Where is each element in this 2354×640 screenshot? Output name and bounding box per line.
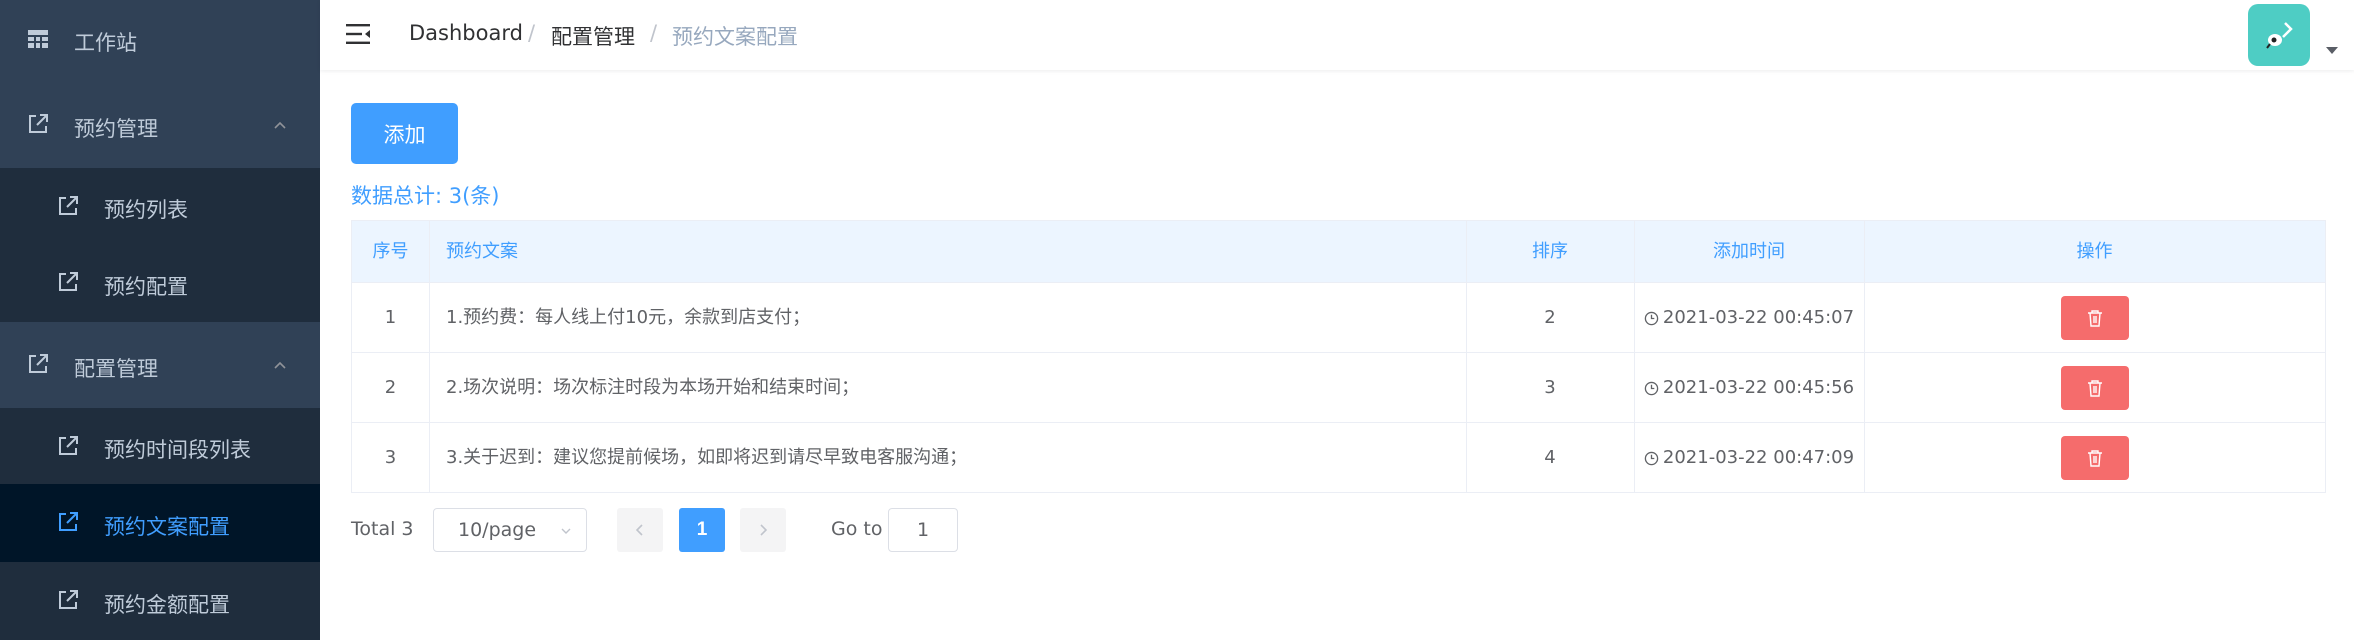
sidebar-item-label: 工作站 bbox=[74, 31, 137, 55]
cell-sort: 2 bbox=[1544, 307, 1556, 328]
page-size-value: 10/page bbox=[458, 519, 537, 541]
cell-index: 2 bbox=[384, 377, 397, 398]
sidebar-item-label: 预约列表 bbox=[104, 198, 188, 222]
avatar[interactable] bbox=[2248, 4, 2310, 66]
navbar: Dashboard / 配置管理 / 预约文案配置 bbox=[320, 0, 2354, 70]
sidebar-item-label: 预约文案配置 bbox=[104, 515, 230, 539]
breadcrumb-dashboard[interactable]: Dashboard bbox=[409, 21, 523, 45]
guitar-avatar-icon bbox=[2266, 22, 2293, 49]
sidebar-item-workstation[interactable]: 工作站 bbox=[0, 0, 320, 82]
column-divider bbox=[1864, 221, 1865, 492]
external-link-icon bbox=[29, 114, 48, 133]
pagination-total: Total 3 bbox=[351, 518, 414, 540]
sidebar-item-timeslot-list[interactable]: 预约时间段列表 bbox=[0, 408, 320, 484]
chevron-up-icon bbox=[274, 121, 286, 129]
chevron-down-icon bbox=[561, 528, 571, 534]
trash-icon bbox=[2088, 310, 2102, 327]
clock-icon bbox=[1644, 381, 1659, 395]
sidebar-item-label: 预约时间段列表 bbox=[104, 438, 251, 462]
table-row: 3 3.关于迟到：建议您提前候场，如即将迟到请尽早致电客服沟通； 4 2021-… bbox=[352, 423, 2325, 493]
hamburger-icon[interactable] bbox=[344, 22, 372, 46]
delete-button[interactable] bbox=[2061, 296, 2129, 340]
sidebar-item-amount-config[interactable]: 预约金额配置 bbox=[0, 562, 320, 640]
cell-index: 1 bbox=[384, 307, 397, 328]
page-number-1[interactable]: 1 bbox=[679, 508, 725, 552]
cell-text: 2.场次说明：场次标注时段为本场开始和结束时间； bbox=[446, 377, 860, 398]
chevron-right-icon bbox=[760, 524, 768, 536]
time-value: 2021-03-22 00:45:56 bbox=[1662, 377, 1855, 398]
caret-down-icon[interactable] bbox=[2326, 47, 2338, 54]
cell-time: 2021-03-22 00:47:09 bbox=[1634, 423, 1864, 493]
trash-icon bbox=[2088, 450, 2102, 467]
cell-sort: 4 bbox=[1544, 447, 1556, 468]
goto-label: Go to bbox=[831, 518, 883, 540]
table-row: 1 1.预约费：每人线上付10元，余款到店支付； 2 2021-03-22 00… bbox=[352, 283, 2325, 353]
cell-sort: 3 bbox=[1544, 377, 1556, 398]
sidebar: 工作站 预约管理 预约列表 预约配置 配置管理 预约时间段列表 预约文案配置 预… bbox=[0, 0, 320, 640]
sidebar-item-label: 预约配置 bbox=[104, 275, 188, 299]
sidebar-item-copy-config[interactable]: 预约文案配置 bbox=[0, 484, 320, 562]
breadcrumb-config-management[interactable]: 配置管理 bbox=[551, 21, 635, 51]
cell-time: 2021-03-22 00:45:07 bbox=[1634, 283, 1864, 353]
chevron-up-icon bbox=[274, 361, 286, 369]
external-link-icon bbox=[59, 272, 78, 291]
sidebar-item-booking-config[interactable]: 预约配置 bbox=[0, 244, 320, 322]
goto-page-input[interactable] bbox=[888, 508, 958, 552]
sidebar-item-label: 预约金额配置 bbox=[104, 593, 230, 617]
cell-index: 3 bbox=[384, 447, 397, 468]
time-value: 2021-03-22 00:45:07 bbox=[1662, 307, 1855, 328]
sidebar-item-label: 预约管理 bbox=[74, 117, 158, 141]
sidebar-item-booking-management[interactable]: 预约管理 bbox=[0, 82, 320, 168]
grid-icon bbox=[28, 30, 48, 48]
next-page-button[interactable] bbox=[740, 508, 786, 552]
table-row: 2 2.场次说明：场次标注时段为本场开始和结束时间； 3 2021-03-22 … bbox=[352, 353, 2325, 423]
breadcrumb-current: 预约文案配置 bbox=[672, 25, 798, 49]
breadcrumb-separator: / bbox=[650, 21, 658, 45]
external-link-icon bbox=[29, 354, 48, 373]
column-header-text: 预约文案 bbox=[446, 241, 518, 262]
external-link-icon bbox=[59, 196, 78, 215]
time-value: 2021-03-22 00:47:09 bbox=[1662, 447, 1855, 468]
external-link-icon bbox=[59, 436, 78, 455]
clock-icon bbox=[1644, 451, 1659, 465]
column-header-time: 添加时间 bbox=[1713, 241, 1785, 262]
column-header-index: 序号 bbox=[372, 241, 409, 262]
sidebar-item-label: 配置管理 bbox=[74, 357, 158, 381]
delete-button[interactable] bbox=[2061, 366, 2129, 410]
cell-time: 2021-03-22 00:45:56 bbox=[1634, 353, 1864, 423]
breadcrumb-separator: / bbox=[528, 21, 536, 45]
data-total: 数据总计: 3(条) bbox=[351, 184, 500, 208]
prev-page-button[interactable] bbox=[617, 508, 663, 552]
external-link-icon bbox=[59, 512, 78, 531]
sidebar-item-booking-list[interactable]: 预约列表 bbox=[0, 168, 320, 244]
trash-icon bbox=[2088, 380, 2102, 397]
sidebar-item-config-management[interactable]: 配置管理 bbox=[0, 322, 320, 408]
add-button[interactable]: 添加 bbox=[351, 103, 458, 164]
column-divider bbox=[1634, 221, 1635, 492]
cell-text: 3.关于迟到：建议您提前候场，如即将迟到请尽早致电客服沟通； bbox=[446, 447, 968, 468]
copy-config-table: 序号 预约文案 排序 添加时间 操作 1 1.预约费：每人线上付10元，余款到店… bbox=[351, 220, 2326, 493]
clock-icon bbox=[1644, 311, 1659, 325]
cell-text: 1.预约费：每人线上付10元，余款到店支付； bbox=[446, 307, 811, 328]
column-header-sort: 排序 bbox=[1532, 241, 1568, 262]
column-divider bbox=[1466, 221, 1467, 492]
external-link-icon bbox=[59, 590, 78, 609]
chevron-left-icon bbox=[635, 524, 643, 536]
table-header: 序号 预约文案 排序 添加时间 操作 bbox=[352, 221, 2325, 283]
delete-button[interactable] bbox=[2061, 436, 2129, 480]
column-divider bbox=[429, 221, 430, 492]
column-header-actions: 操作 bbox=[2076, 241, 2113, 262]
page-size-select[interactable]: 10/page bbox=[433, 508, 587, 552]
